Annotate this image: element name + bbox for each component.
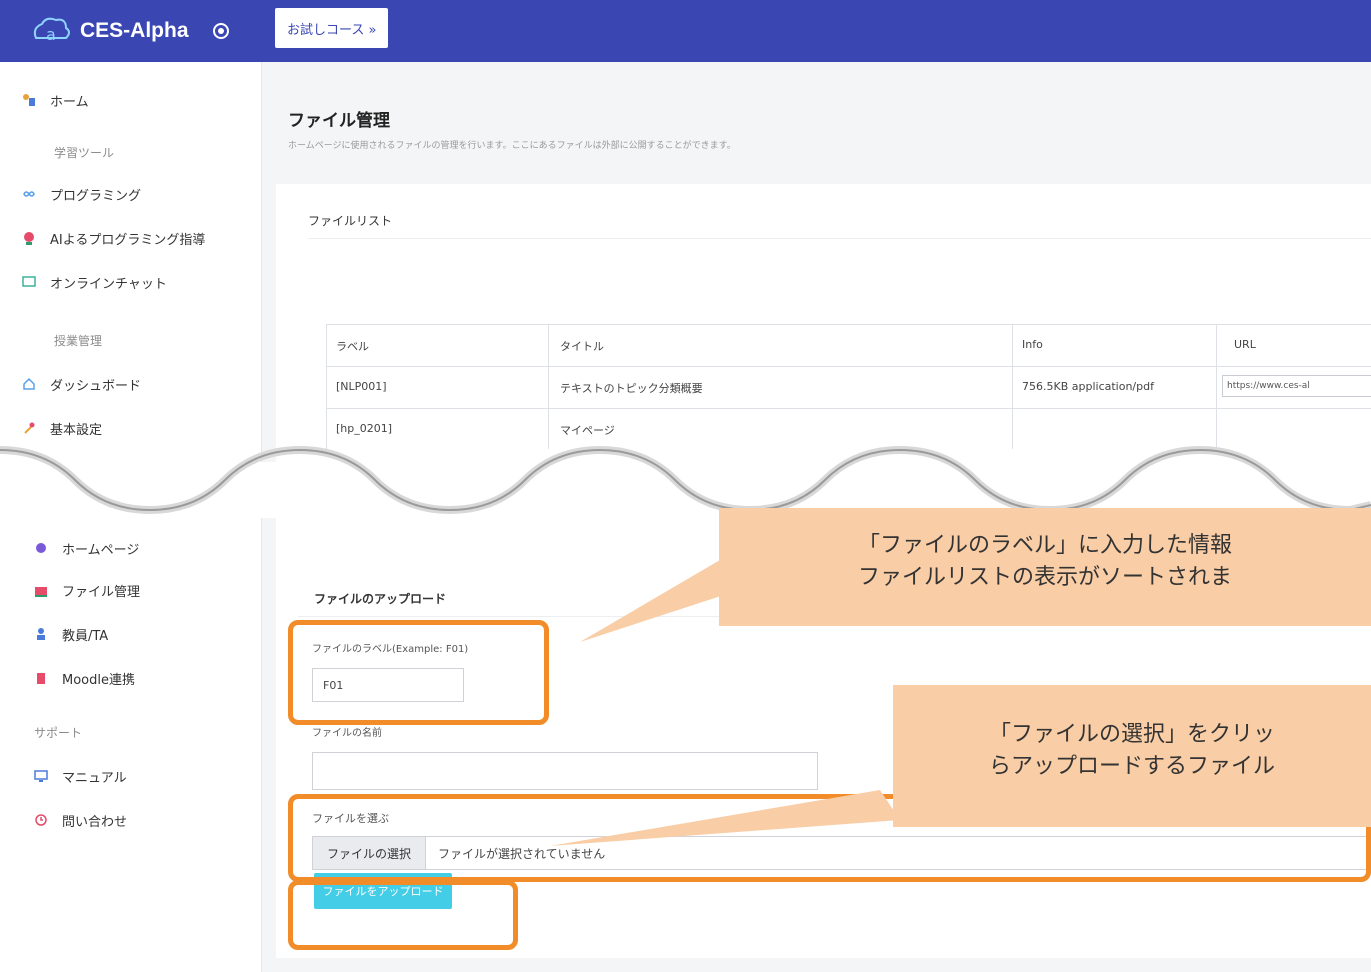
sidebar-item-label: AIよるプログラミング指導 xyxy=(50,232,206,248)
course-tab[interactable]: お試しコース » xyxy=(275,8,389,48)
house-icon xyxy=(23,377,35,390)
sidebar-toggle-icon[interactable] xyxy=(211,21,231,41)
sidebar-item-label: ファイル管理 xyxy=(62,584,141,600)
sidebar-item-programming[interactable]: プログラミング xyxy=(23,184,142,204)
sidebar: ホーム 学習ツール プログラミング AIよるプログラミング指導 オンラインチャッ… xyxy=(0,62,262,462)
sidebar-item-ai-guidance[interactable]: AIよるプログラミング指導 xyxy=(24,228,206,248)
section-learning-tools: 学習ツール xyxy=(54,146,115,160)
sidebar-item-home[interactable]: ホーム xyxy=(23,90,89,110)
monitor-icon xyxy=(34,770,48,782)
column-header-label: ラベル xyxy=(336,340,369,353)
svg-text:a: a xyxy=(46,25,56,44)
sidebar-item-file-management[interactable]: ファイル管理 xyxy=(35,580,141,600)
cell-info: 756.5KB application/pdf xyxy=(1022,380,1154,393)
callout-pointer xyxy=(550,790,900,846)
callout-choose-line1: 「ファイルの選択」をクリッ xyxy=(988,722,1275,747)
globe-icon xyxy=(36,543,46,553)
cell-title: テキストのトピック分類概要 xyxy=(560,382,703,395)
sidebar-item-label: マニュアル xyxy=(62,770,127,786)
sidebar-item-homepage[interactable]: ホームページ xyxy=(36,538,140,558)
page-description: ホームページに使用されるファイルの管理を行います。ここにあるファイルは外部に公開… xyxy=(288,141,736,151)
url-field[interactable]: https://www.ces-al xyxy=(1222,375,1371,397)
sidebar: ホームページ ファイル管理 教員/TA Moodle連携 サポート マニュアル … xyxy=(0,518,262,972)
callout-choose-line2: らアップロードするファイル xyxy=(988,754,1275,779)
sidebar-item-contact[interactable]: 問い合わせ xyxy=(35,810,128,830)
name-field-label: ファイルの名前 xyxy=(312,728,382,739)
sidebar-item-label: Moodle連携 xyxy=(62,672,135,688)
sidebar-item-label: オンラインチャット xyxy=(50,276,167,292)
sidebar-item-dashboard[interactable]: ダッシュボード xyxy=(23,374,142,394)
file-list-title: ファイルリスト xyxy=(308,214,393,228)
page-title: ファイル管理 xyxy=(288,111,390,131)
table-row: [NLP001] テキストのトピック分類概要 756.5KB applicati… xyxy=(326,366,1371,408)
top-screenshot: a CES-Alpha お試しコース » ホーム 学習ツール プログラミング A… xyxy=(0,0,1371,462)
callout-label-line2: ファイルリストの表示がソートされま xyxy=(857,565,1232,590)
robot-icon xyxy=(24,232,34,245)
folder-icon xyxy=(35,587,47,597)
sidebar-item-label: ダッシュボード xyxy=(50,378,142,394)
app-name: CES-Alpha xyxy=(80,19,189,42)
clock-icon xyxy=(35,814,47,826)
user-icon xyxy=(37,628,45,640)
sidebar-item-label: ホームページ xyxy=(62,542,140,558)
column-header-url: URL xyxy=(1234,338,1256,351)
sidebar-item-label: 問い合わせ xyxy=(62,814,128,830)
sidebar-item-teachers-ta[interactable]: 教員/TA xyxy=(37,624,109,644)
moodle-icon xyxy=(37,673,45,684)
callout-choose: 「ファイルの選択」をクリッ らアップロードするファイル xyxy=(893,685,1371,827)
logo-icon: a xyxy=(33,17,70,44)
brand[interactable]: a CES-Alpha xyxy=(0,0,270,62)
highlight-label-field xyxy=(288,620,549,725)
section-class-management: 授業管理 xyxy=(54,334,103,348)
highlight-upload-button xyxy=(288,880,518,950)
callout-label-line1: 「ファイルのラベル」に入力した情報 xyxy=(857,533,1232,558)
sidebar-item-label: 教員/TA xyxy=(62,628,109,644)
sidebar-item-label: プログラミング xyxy=(50,188,142,204)
top-navbar: a CES-Alpha お試しコース » xyxy=(0,0,1371,62)
chat-icon xyxy=(22,276,36,287)
main-content: ファイル管理 ホームページに使用されるファイルの管理を行います。ここにあるファイ… xyxy=(262,62,1371,462)
divider xyxy=(308,238,1371,239)
upload-title: ファイルのアップロード xyxy=(314,592,447,606)
callout-label: 「ファイルのラベル」に入力した情報 ファイルリストの表示がソートされま xyxy=(719,508,1371,626)
cell-label: [NLP001] xyxy=(336,380,387,393)
column-header-info: Info xyxy=(1022,338,1043,351)
column-header-title: タイトル xyxy=(560,340,604,353)
section-support: サポート xyxy=(34,726,83,740)
home-figure-icon xyxy=(23,94,35,106)
sidebar-item-moodle[interactable]: Moodle連携 xyxy=(37,668,135,688)
sidebar-item-manual[interactable]: マニュアル xyxy=(34,766,127,786)
table-header-row: ラベル タイトル Info URL xyxy=(326,324,1371,366)
sidebar-item-online-chat[interactable]: オンラインチャット xyxy=(22,272,167,292)
infinity-icon xyxy=(23,191,35,197)
sidebar-item-label: ホーム xyxy=(50,94,89,110)
